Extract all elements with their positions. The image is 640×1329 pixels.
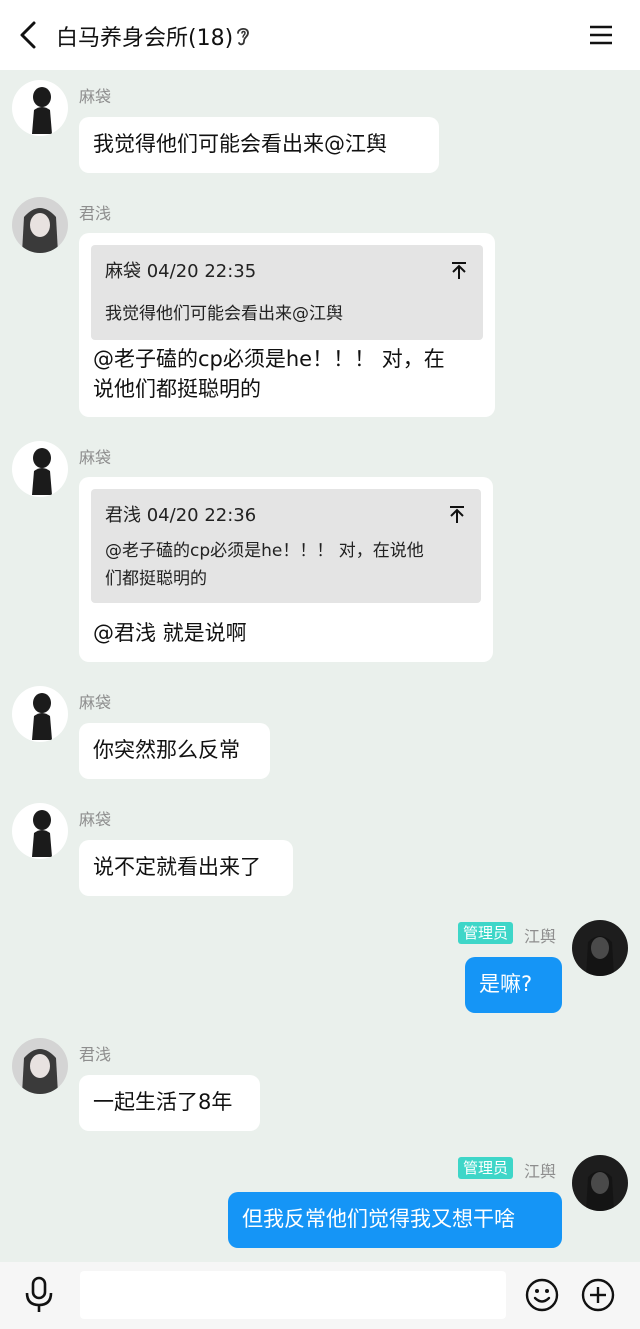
sender-name: 君浅 [79, 204, 112, 223]
avatar[interactable] [12, 686, 68, 742]
quote-header: 君浅 04/20 22:36 [105, 505, 257, 526]
message-text: 我觉得他们可能会看出来@江舆 [93, 132, 387, 156]
message-input[interactable] [80, 1271, 506, 1319]
message-text: 是嘛? [479, 972, 533, 996]
quote-text: 我觉得他们可能会看出来@江舆 [105, 304, 343, 324]
sender-name: 江舆 [524, 1162, 557, 1181]
message-bubble[interactable]: 一起生活了8年 [79, 1075, 260, 1131]
smiley-icon[interactable] [525, 1278, 559, 1312]
avatar[interactable] [572, 1155, 628, 1211]
chevron-left-icon[interactable] [12, 16, 46, 54]
sender-name: 君浅 [79, 1045, 112, 1064]
message-bubble[interactable]: 我觉得他们可能会看出来@江舆 [79, 117, 439, 173]
quoted-message[interactable]: 君浅 04/20 22:36 @老子磕的cp必须是he！！！ 对，在说他 们都挺… [91, 489, 481, 603]
quote-header: 麻袋 04/20 22:35 [105, 261, 257, 282]
chat-title[interactable]: 白马养身会所(18) [56, 20, 233, 52]
sender-name: 麻袋 [79, 87, 112, 106]
plus-circle-icon[interactable] [581, 1278, 615, 1312]
input-bar [0, 1262, 640, 1329]
reply-bubble[interactable]: 君浅 04/20 22:36 @老子磕的cp必须是he！！！ 对，在说他 们都挺… [79, 477, 493, 662]
sender-name: 麻袋 [79, 693, 112, 712]
sender-name: 麻袋 [79, 810, 112, 829]
microphone-icon[interactable] [22, 1276, 56, 1314]
hamburger-menu-icon[interactable] [586, 20, 616, 50]
reply-bubble[interactable]: 麻袋 04/20 22:35 我觉得他们可能会看出来@江舆 @老子磕的cp必须是… [79, 233, 495, 417]
message-text: 你突然那么反常 [93, 738, 240, 762]
message-text: 一起生活了8年 [93, 1090, 233, 1114]
message-text: 说不定就看出来了 [93, 855, 261, 879]
ear-icon [237, 27, 249, 46]
quote-text-line: @老子磕的cp必须是he！！！ 对，在说他 [105, 541, 424, 561]
avatar[interactable] [12, 197, 68, 253]
message-bubble[interactable]: 说不定就看出来了 [79, 840, 293, 896]
self-message-bubble[interactable]: 但我反常他们觉得我又想干啥 [228, 1192, 562, 1248]
avatar[interactable] [12, 1038, 68, 1094]
chat-header: 白马养身会所(18) [0, 0, 640, 70]
jump-to-top-icon[interactable] [451, 262, 467, 280]
message-bubble[interactable]: 你突然那么反常 [79, 723, 270, 779]
sender-name: 麻袋 [79, 448, 112, 467]
message-text: @君浅 就是说啊 [93, 621, 247, 645]
message-text-line: @老子磕的cp必须是he！！！ 对，在 [93, 347, 445, 371]
message-text-line: 说他们都挺聪明的 [93, 377, 261, 401]
sender-name: 江舆 [524, 927, 557, 946]
self-message-bubble[interactable]: 是嘛? [465, 957, 562, 1013]
avatar[interactable] [12, 803, 68, 859]
avatar[interactable] [12, 80, 68, 136]
avatar[interactable] [572, 920, 628, 976]
message-text: 但我反常他们觉得我又想干啥 [242, 1207, 515, 1231]
avatar[interactable] [12, 441, 68, 497]
admin-badge: 管理员 [458, 922, 514, 944]
quoted-message[interactable]: 麻袋 04/20 22:35 我觉得他们可能会看出来@江舆 [91, 245, 483, 340]
admin-badge: 管理员 [458, 1157, 514, 1179]
quote-text-line: 们都挺聪明的 [105, 569, 207, 589]
jump-to-top-icon[interactable] [449, 506, 465, 524]
